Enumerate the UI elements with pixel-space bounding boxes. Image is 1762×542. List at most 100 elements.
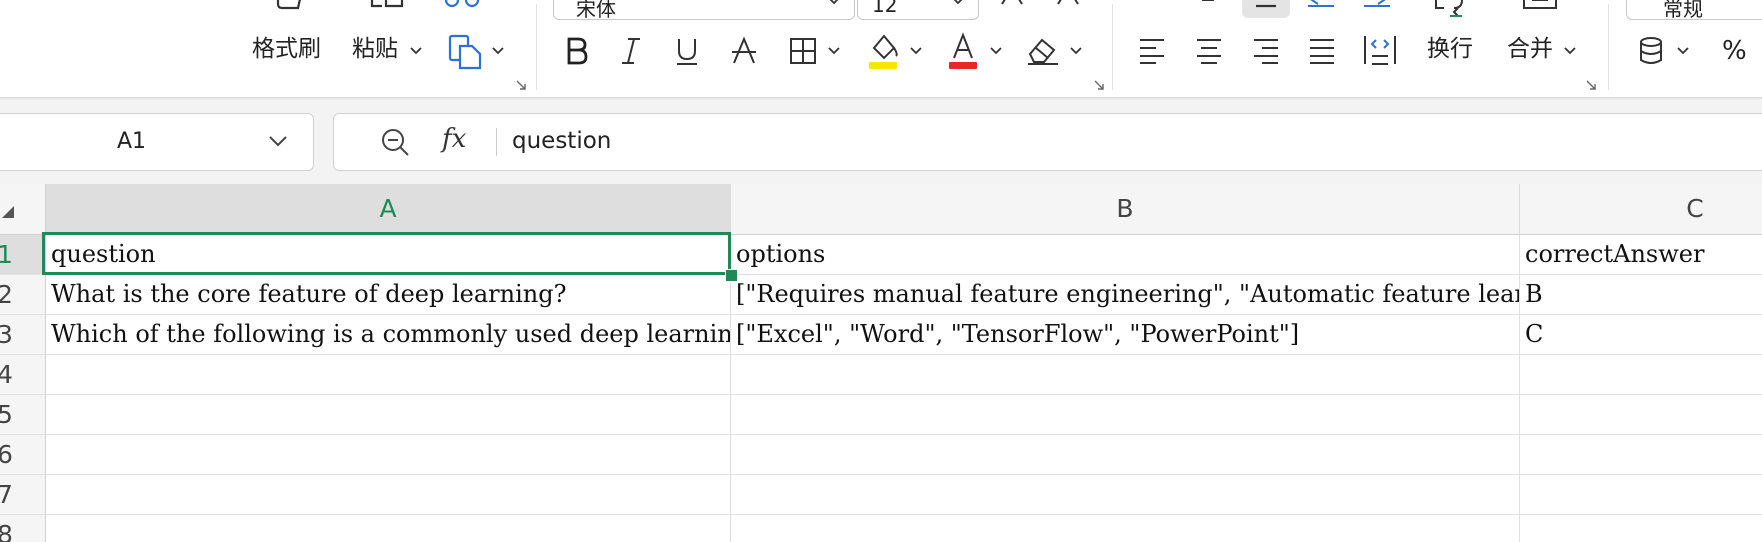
- increase-font-size-icon[interactable]: [1000, 0, 1024, 6]
- select-all-triangle-icon[interactable]: [2, 206, 14, 218]
- currency-format-icon[interactable]: [1638, 36, 1664, 66]
- cell-a6[interactable]: [46, 435, 731, 475]
- cell-c2[interactable]: B: [1520, 275, 1762, 315]
- cell-a2[interactable]: What is the core feature of deep learnin…: [46, 275, 731, 315]
- copy-dropdown-chevron-icon[interactable]: [492, 47, 504, 55]
- cell-c6[interactable]: [1520, 435, 1762, 475]
- cell-a3[interactable]: Which of the following is a commonly use…: [46, 315, 731, 355]
- font-size-chevron-icon[interactable]: [952, 0, 964, 5]
- formula-bar-content[interactable]: question: [512, 128, 611, 154]
- cell-b6[interactable]: [731, 435, 1520, 475]
- align-top-icon[interactable]: [1196, 0, 1220, 6]
- cell-c8[interactable]: [1520, 515, 1762, 542]
- cell-b5[interactable]: [731, 395, 1520, 435]
- decrease-indent-icon[interactable]: [1306, 0, 1336, 8]
- cell-c7[interactable]: [1520, 475, 1762, 515]
- ribbon-separator: [1608, 4, 1609, 90]
- cell-c5[interactable]: [1520, 395, 1762, 435]
- font-size-value: 12: [872, 0, 898, 17]
- merge-cells-icon[interactable]: [1520, 0, 1560, 14]
- row-header-2[interactable]: 2: [0, 275, 46, 315]
- cell-c1[interactable]: correctAnswer: [1520, 235, 1762, 275]
- row-header-1[interactable]: 1: [0, 235, 46, 275]
- name-box-value: A1: [117, 129, 147, 154]
- formula-bar[interactable]: fx question: [333, 113, 1762, 171]
- zoom-out-magnifier-icon[interactable]: [380, 127, 410, 157]
- cell-b3[interactable]: ["Excel", "Word", "TensorFlow", "PowerPo…: [731, 315, 1520, 355]
- font-color-chevron-icon[interactable]: [990, 47, 1002, 55]
- column-header-b[interactable]: B: [731, 184, 1520, 235]
- currency-format-chevron-icon[interactable]: [1677, 47, 1689, 55]
- merge-cells-chevron-icon[interactable]: [1564, 47, 1576, 55]
- name-box[interactable]: A1: [0, 113, 314, 171]
- font-name-chevron-icon[interactable]: [828, 0, 840, 5]
- underline-icon[interactable]: [674, 36, 700, 66]
- row-header-5[interactable]: 5: [0, 395, 46, 435]
- formula-bar-separator: [496, 128, 497, 156]
- column-header-a[interactable]: A: [46, 184, 731, 235]
- clipboard-dialog-launcher-icon[interactable]: [516, 80, 526, 90]
- cut-icon[interactable]: [444, 0, 480, 12]
- cell-a8[interactable]: [46, 515, 731, 542]
- font-dialog-launcher-icon[interactable]: [1094, 80, 1104, 90]
- font-size-combobox[interactable]: 12: [857, 0, 979, 20]
- copy-icon[interactable]: [448, 34, 484, 70]
- spreadsheet-grid: A B C 1 2 3 4 5 6 7 8 question options c…: [0, 184, 1762, 542]
- wrap-text-icon[interactable]: [1432, 0, 1472, 22]
- cell-b1[interactable]: options: [731, 235, 1520, 275]
- font-color-icon[interactable]: [946, 32, 980, 70]
- ribbon-toolbar: 格式刷 粘贴 宋体 12 换行 合并 常规 %: [0, 0, 1762, 98]
- cell-b2[interactable]: ["Requires manual feature engineering", …: [731, 275, 1520, 315]
- fill-handle[interactable]: [725, 269, 738, 282]
- cell-a1[interactable]: question: [46, 235, 731, 275]
- align-middle-icon[interactable]: [1242, 0, 1290, 18]
- paste-icon[interactable]: [368, 0, 408, 18]
- cell-b8[interactable]: [731, 515, 1520, 542]
- paste-dropdown-chevron-icon[interactable]: [410, 47, 422, 55]
- ribbon-separator: [1112, 4, 1113, 90]
- alignment-dialog-launcher-icon[interactable]: [1586, 80, 1596, 90]
- percent-format-button[interactable]: %: [1722, 38, 1747, 64]
- insert-function-fx-icon[interactable]: fx: [442, 124, 466, 154]
- cell-a5[interactable]: [46, 395, 731, 435]
- row-header-8[interactable]: 8: [0, 515, 46, 542]
- decrease-font-size-icon[interactable]: [1056, 0, 1080, 6]
- font-name-combobox[interactable]: 宋体: [553, 0, 855, 21]
- paste-button[interactable]: 粘贴: [352, 36, 398, 62]
- row-header-7[interactable]: 7: [0, 475, 46, 515]
- align-right-icon[interactable]: [1252, 36, 1280, 64]
- merge-cells-button[interactable]: 合并: [1507, 36, 1553, 62]
- wrap-text-button[interactable]: 换行: [1427, 36, 1473, 62]
- name-box-chevron-down-icon[interactable]: [269, 136, 287, 147]
- clear-format-eraser-icon[interactable]: [1026, 34, 1060, 66]
- fill-color-chevron-icon[interactable]: [910, 47, 922, 55]
- align-left-icon[interactable]: [1138, 36, 1166, 64]
- strikethrough-icon[interactable]: [730, 36, 758, 66]
- distributed-align-icon[interactable]: [1362, 34, 1398, 66]
- select-all-corner[interactable]: [0, 184, 46, 235]
- cell-c3[interactable]: C: [1520, 315, 1762, 355]
- borders-icon[interactable]: [788, 36, 818, 66]
- row-header-4[interactable]: 4: [0, 355, 46, 395]
- cell-a7[interactable]: [46, 475, 731, 515]
- clear-format-chevron-icon[interactable]: [1070, 47, 1082, 55]
- number-format-value: 常规: [1663, 0, 1703, 21]
- cell-c4[interactable]: [1520, 355, 1762, 395]
- align-center-icon[interactable]: [1195, 36, 1223, 64]
- cell-b4[interactable]: [731, 355, 1520, 395]
- bold-icon[interactable]: [564, 36, 590, 66]
- justify-icon[interactable]: [1308, 36, 1336, 64]
- cell-b7[interactable]: [731, 475, 1520, 515]
- italic-icon[interactable]: [618, 36, 644, 66]
- fill-color-icon[interactable]: [866, 32, 900, 70]
- row-header-6[interactable]: 6: [0, 435, 46, 475]
- ribbon-separator: [536, 4, 537, 90]
- increase-indent-icon[interactable]: [1362, 0, 1392, 8]
- column-header-c[interactable]: C: [1520, 184, 1762, 235]
- row-header-3[interactable]: 3: [0, 315, 46, 355]
- borders-chevron-icon[interactable]: [828, 47, 840, 55]
- format-painter-button[interactable]: 格式刷: [252, 36, 321, 62]
- cell-a4[interactable]: [46, 355, 731, 395]
- format-painter-icon[interactable]: [270, 0, 306, 18]
- number-format-combobox[interactable]: 常规: [1626, 0, 1762, 21]
